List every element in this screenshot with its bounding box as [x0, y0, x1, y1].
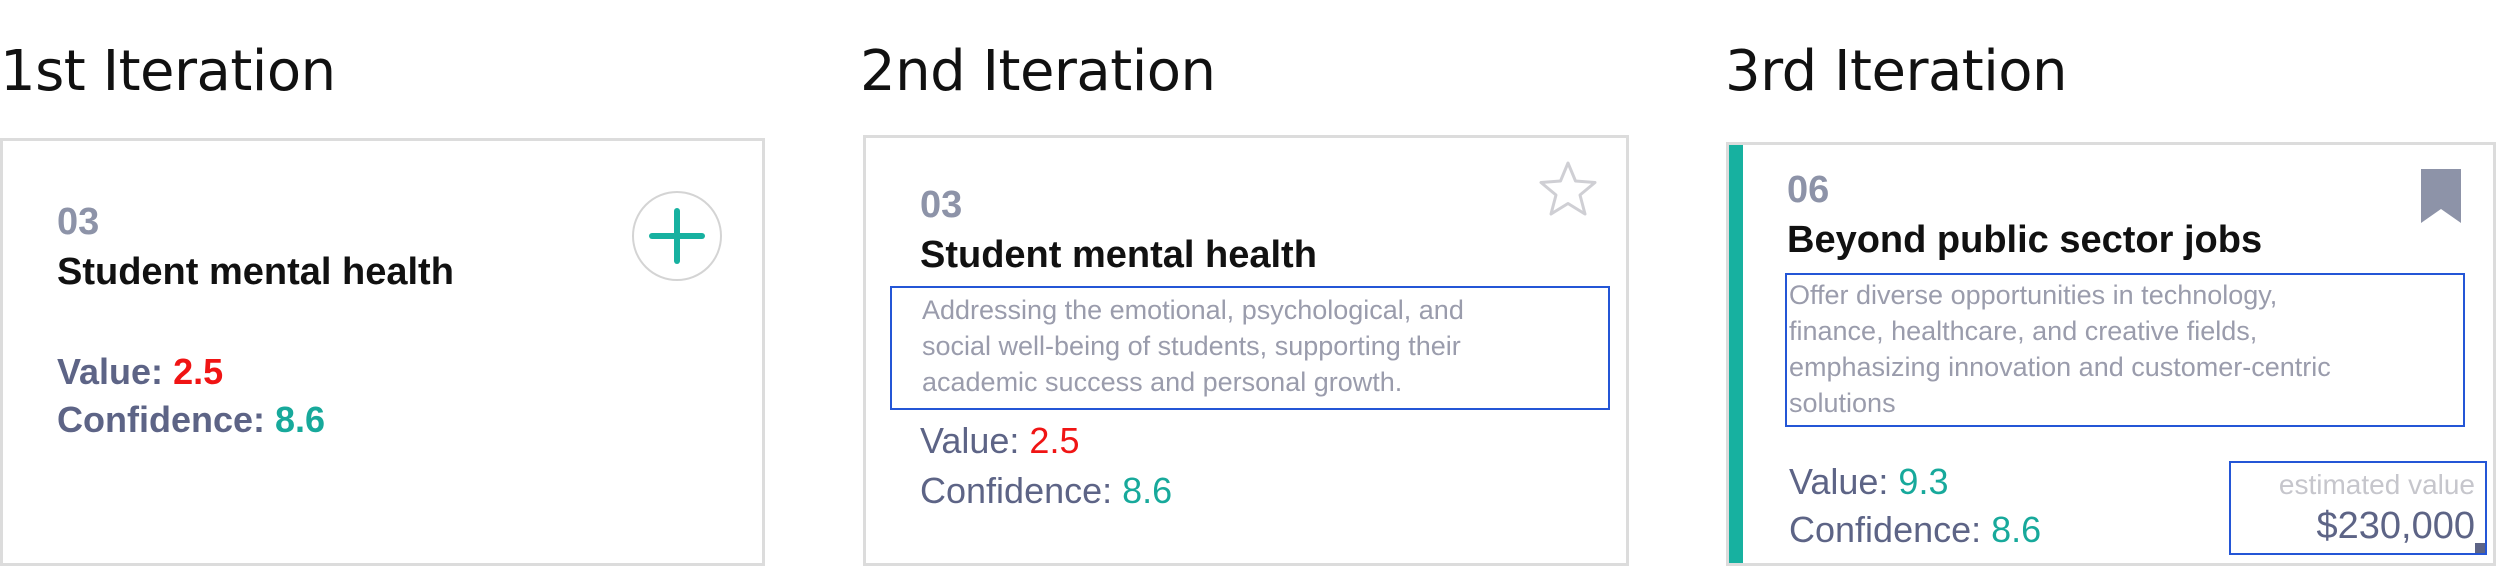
- value-score: 9.3: [1898, 461, 1949, 502]
- star-icon: [1539, 161, 1597, 216]
- value-score: 2.5: [1029, 420, 1080, 461]
- description-line: finance, healthcare, and creative fields…: [1789, 316, 2258, 346]
- resize-handle[interactable]: [2475, 543, 2485, 553]
- confidence-score: 8.6: [275, 399, 326, 440]
- plus-icon: [649, 208, 705, 264]
- value-label: Value:: [1789, 461, 1889, 502]
- confidence-label: Confidence:: [1789, 509, 1982, 550]
- idea-card-iteration-2[interactable]: 03 Student mental health Addressing the …: [863, 135, 1629, 566]
- idea-card-iteration-3[interactable]: 06 Beyond public sector jobs Offer diver…: [1726, 142, 2496, 566]
- value-label: Value:: [920, 420, 1020, 461]
- value-label: Value:: [57, 351, 164, 392]
- description-line: emphasizing innovation and customer-cent…: [1789, 352, 2331, 382]
- estimated-value-label: estimated value: [2278, 469, 2475, 500]
- description-line: academic success and personal growth.: [922, 367, 1403, 397]
- idea-card-iteration-1[interactable]: 03 Student mental health Value: 2.5 Conf…: [0, 138, 765, 566]
- confidence-metric: Confidence: 8.6: [57, 399, 325, 441]
- card-number: 03: [920, 184, 963, 226]
- iteration-1-heading: 1st Iteration: [0, 39, 336, 104]
- estimated-value-amount: $230,000: [2316, 505, 2476, 547]
- description-line: Offer diverse opportunities in technolog…: [1789, 280, 2278, 310]
- description-line: social well-being of students, supportin…: [922, 331, 1461, 361]
- card-title: Beyond public sector jobs: [1787, 219, 2263, 261]
- card-title: Student mental health: [57, 251, 454, 293]
- bookmark-icon: [2421, 169, 2461, 223]
- value-score: 2.5: [173, 351, 224, 392]
- card-description: Offer diverse opportunities in technolog…: [1785, 273, 2465, 427]
- confidence-score: 8.6: [1991, 509, 2042, 550]
- description-line: Addressing the emotional, psychological,…: [922, 295, 1464, 325]
- confidence-label: Confidence:: [57, 399, 266, 440]
- confidence-label: Confidence:: [920, 470, 1113, 511]
- card-number: 06: [1787, 169, 1830, 211]
- value-metric: Value: 2.5: [57, 351, 223, 393]
- add-button[interactable]: [632, 191, 722, 281]
- card-number: 03: [57, 201, 100, 243]
- description-line: solutions: [1789, 388, 1896, 418]
- value-metric: Value: 2.5: [920, 420, 1079, 462]
- iteration-2-heading: 2nd Iteration: [860, 39, 1216, 104]
- iteration-3-heading: 3rd Iteration: [1725, 39, 2068, 104]
- estimated-value-box: estimated value $230,000: [2229, 461, 2487, 555]
- bookmark-button[interactable]: [2419, 167, 2463, 225]
- confidence-metric: Confidence: 8.6: [920, 470, 1172, 512]
- selected-accent-bar: [1729, 145, 1743, 563]
- favorite-button[interactable]: [1536, 158, 1600, 222]
- confidence-score: 8.6: [1122, 470, 1173, 511]
- card-description: Addressing the emotional, psychological,…: [890, 286, 1610, 410]
- confidence-metric: Confidence: 8.6: [1789, 509, 2041, 551]
- card-title: Student mental health: [920, 234, 1317, 276]
- value-metric: Value: 9.3: [1789, 461, 1948, 503]
